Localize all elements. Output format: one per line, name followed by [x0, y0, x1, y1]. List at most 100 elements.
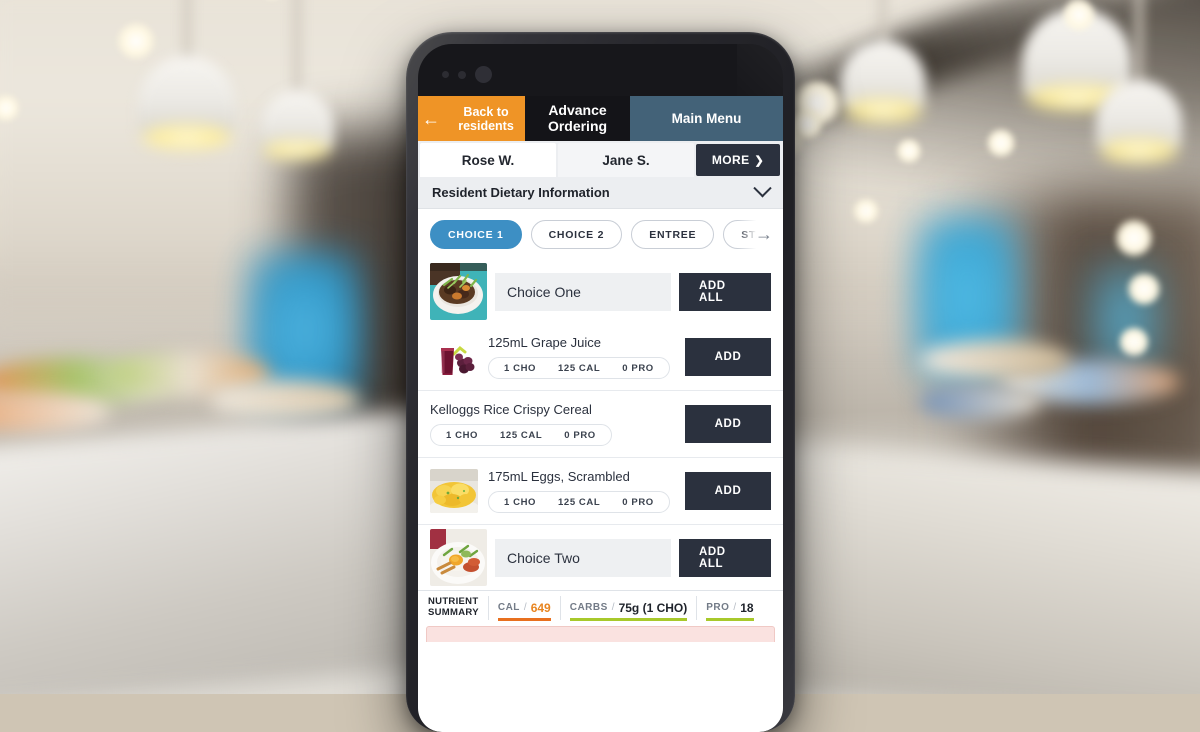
bokeh-light [986, 128, 1016, 158]
page-title: Advance Ordering [525, 96, 630, 141]
more-residents-button[interactable]: MORE ❯ [696, 144, 780, 176]
ambient-light-sensor-icon [458, 70, 466, 79]
nutrient-stat-value: 649 [530, 600, 551, 615]
macro-pill-group: 1 CHO 125 CAL 0 PRO [488, 357, 670, 379]
nutrient-stat-underline [497, 618, 551, 621]
pendant-lamp [260, 0, 334, 160]
more-button-label: MORE [711, 153, 750, 167]
back-to-residents-button[interactable]: ← Back to residents [418, 96, 525, 141]
resident-tab-jane-s[interactable]: Jane S. [558, 143, 694, 177]
back-button-label: Back to residents [458, 104, 514, 133]
menu-item-row: 125mL Grape Juice 1 CHO 125 CAL 0 PRO AD… [418, 324, 783, 391]
nutrient-summary-bar: NUTRIENT SUMMARY CAL / 649 CARBS / 75g (… [418, 590, 783, 624]
pendant-lamp [138, 0, 236, 150]
add-button[interactable]: ADD [685, 405, 771, 443]
add-all-button-choice-two[interactable]: ADD ALL [679, 538, 771, 577]
phone-device: ← Back to residents Advance Ordering Mai… [406, 32, 795, 732]
nutrient-stat-pro: PRO / 18 [696, 595, 762, 621]
buffet-food-tray [210, 380, 360, 420]
macro-cal: 125 CAL [500, 429, 543, 441]
chip-choice-1[interactable]: CHOICE 1 [430, 220, 522, 249]
buffet-food-tray [920, 385, 1040, 419]
nutrient-stat-separator: / [523, 602, 527, 613]
arrow-left-icon: ← [422, 108, 440, 129]
nutrient-summary-title: NUTRIENT SUMMARY [428, 596, 488, 618]
buffet-counter-right [751, 440, 1200, 694]
macro-pro: 0 PRO [622, 362, 654, 374]
menu-item-row: Kelloggs Rice Crispy Cereal 1 CHO 125 CA… [418, 391, 783, 458]
resident-tab-rose-w[interactable]: Rose W. [420, 143, 556, 177]
macro-pill-group: 1 CHO 125 CAL 0 PRO [488, 491, 670, 513]
bokeh-light [116, 22, 156, 60]
nutrient-stat-value: 18 [740, 600, 754, 615]
menu-item-name: 175mL Eggs, Scrambled [488, 469, 630, 484]
macro-pill-group: 1 CHO 125 CAL 0 PRO [430, 424, 612, 446]
menu-item-details: 125mL Grape Juice 1 CHO 125 CAL 0 PRO [488, 335, 675, 379]
nutrient-summary-title-line1: NUTRIENT [428, 596, 479, 608]
egg-breakfast-plate-thumbnail [430, 529, 487, 586]
add-button[interactable]: ADD [685, 338, 771, 376]
chevron-down-icon [753, 179, 772, 198]
resident-tab-bar: Rose W. Jane S. MORE ❯ [418, 141, 783, 177]
add-all-button-choice-one[interactable]: ADD ALL [679, 272, 771, 311]
front-camera-icon [475, 66, 492, 83]
macro-pro: 0 PRO [564, 429, 596, 441]
chevron-right-icon: ❯ [754, 154, 765, 167]
macro-cho: 1 CHO [446, 429, 479, 441]
chip-choice-2[interactable]: CHOICE 2 [530, 220, 623, 249]
nutrient-stat-underline [706, 618, 754, 621]
bokeh-light [852, 198, 880, 224]
nutrient-stat-separator: / [733, 602, 737, 613]
macro-cho: 1 CHO [504, 362, 537, 374]
chip-scroll-fade: → [737, 209, 783, 259]
grape-juice-thumbnail [430, 335, 478, 379]
chip-entree[interactable]: ENTREE [631, 220, 715, 249]
menu-item-details: 175mL Eggs, Scrambled 1 CHO 125 CAL 0 PR… [488, 469, 675, 513]
bokeh-light [1114, 218, 1154, 258]
nutrient-summary-title-line2: SUMMARY [428, 606, 479, 618]
buffet-food-tray [920, 340, 1070, 380]
menu-item-name: Kelloggs Rice Crispy Cereal [430, 402, 592, 417]
macro-cal: 125 CAL [558, 496, 601, 508]
bokeh-light [790, 108, 824, 140]
section-header-choice-two: Choice Two ADD ALL [418, 525, 783, 590]
nutrient-stat-separator: / [611, 602, 615, 613]
resident-dietary-information-accordion[interactable]: Resident Dietary Information [418, 177, 783, 209]
nutrient-stat-cal: CAL / 649 [487, 595, 560, 621]
menu-item-name: 125mL Grape Juice [488, 335, 601, 350]
menu-item-details: Kelloggs Rice Crispy Cereal 1 CHO 125 CA… [430, 402, 675, 446]
nutrient-stat-value: 75g (1 CHO) [618, 600, 688, 615]
category-chip-scroller[interactable]: CHOICE 1 CHOICE 2 ENTREE STA [430, 220, 783, 249]
main-menu-button[interactable]: Main Menu [630, 96, 783, 141]
section-header-choice-one: Choice One ADD ALL [418, 259, 783, 324]
macro-cal: 125 CAL [558, 362, 601, 374]
section-title-choice-two: Choice Two [495, 538, 671, 577]
macro-cho: 1 CHO [504, 496, 537, 508]
scrambled-eggs-thumbnail [430, 469, 478, 513]
bokeh-light [896, 138, 922, 164]
add-button[interactable]: ADD [685, 472, 771, 510]
pendant-lamp [1096, 0, 1182, 164]
nutrient-stat-carbs: CARBS / 75g (1 CHO) [559, 595, 697, 621]
bokeh-light [1126, 272, 1162, 306]
front-sensor-cluster [442, 66, 492, 83]
category-chip-bar: CHOICE 1 CHOICE 2 ENTREE STA → [418, 209, 783, 259]
alert-banner [426, 626, 775, 642]
proximity-sensor-icon [442, 71, 449, 78]
dietary-label: Resident Dietary Information [432, 185, 610, 200]
top-navigation-bar: ← Back to residents Advance Ordering Mai… [418, 96, 783, 141]
nutrient-stat-underline [569, 618, 688, 621]
app-screen: ← Back to residents Advance Ordering Mai… [418, 96, 783, 732]
buffet-counter-left [0, 406, 471, 694]
nutrient-stat-key: PRO [706, 602, 730, 613]
pendant-lamp [840, 0, 926, 124]
phone-bezel: ← Back to residents Advance Ordering Mai… [418, 44, 783, 732]
macro-pro: 0 PRO [622, 496, 654, 508]
section-title-choice-one: Choice One [495, 272, 671, 311]
arrow-right-icon[interactable]: → [755, 225, 773, 243]
bokeh-light [1118, 326, 1150, 358]
nutrient-stat-key: CARBS [569, 602, 608, 613]
menu-item-row: 175mL Eggs, Scrambled 1 CHO 125 CAL 0 PR… [418, 458, 783, 525]
bowl-of-food-thumbnail [430, 263, 487, 320]
nutrient-stat-key: CAL [497, 602, 520, 613]
